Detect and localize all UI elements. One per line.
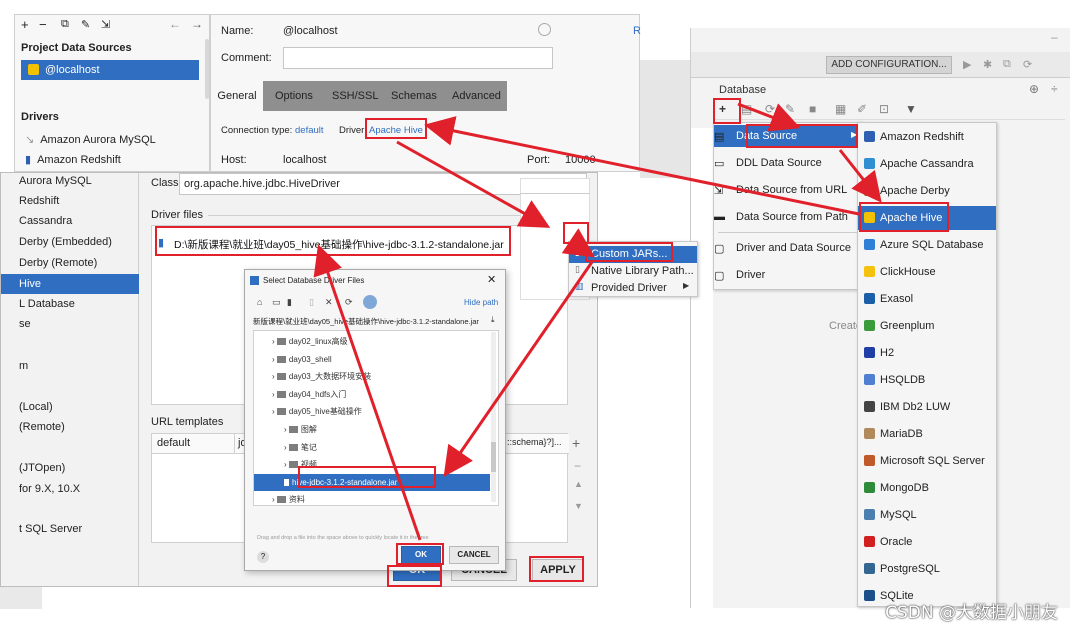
arrow-driver-to-add bbox=[396, 140, 551, 228]
arrow-add-to-datasource bbox=[737, 102, 801, 132]
arrow-add-to-jars bbox=[561, 228, 595, 258]
arrow-jars-to-file bbox=[443, 261, 594, 477]
annotation-arrows bbox=[313, 102, 882, 541]
watermark: CSDN @大数据小朋友 bbox=[885, 603, 1058, 623]
arrow-ok-to-path bbox=[313, 244, 422, 541]
arrow-datasource-to-hive bbox=[838, 149, 882, 203]
arrow-hive-to-driver bbox=[424, 116, 860, 216]
